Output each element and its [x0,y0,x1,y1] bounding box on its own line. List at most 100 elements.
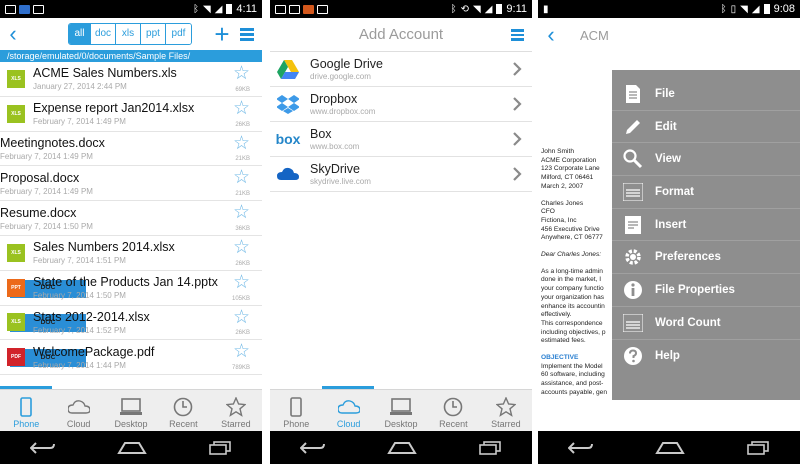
tab-desktop[interactable]: Desktop [375,390,427,431]
menu-item-format[interactable]: Format [612,176,800,209]
account-row-google-drive[interactable]: Google Drive drive.google.com [270,52,532,87]
home-nav-icon[interactable] [387,441,417,455]
star-icon[interactable]: ☆ [233,308,250,327]
star-icon[interactable]: ☆ [233,134,250,153]
document-body[interactable]: John Smith ACME Corporation 123 Corporate … [541,148,617,406]
tab-phone[interactable]: Phone [270,390,322,431]
file-date: February 7, 2014 1:49 PM [33,117,126,127]
account-url: www.dropbox.com [310,107,376,116]
notification-icon [19,4,30,14]
tab-phone[interactable]: Phone [0,390,52,431]
home-nav-icon[interactable] [655,441,685,455]
signal-icon: ◢ [751,3,760,15]
section-heading: OBJECTIVE [541,354,579,362]
document-line: As a long-time admin [541,267,603,275]
account-url: www.box.com [310,142,360,151]
filter-all[interactable]: all [69,24,91,44]
menu-item-label: View [655,153,681,166]
xls-file-icon: XLS [7,313,25,332]
star-icon[interactable]: ☆ [233,64,250,83]
header: Add Account [270,18,532,52]
back-nav-icon[interactable] [300,441,326,455]
magnifier-icon [621,149,645,169]
tab-starred[interactable]: Starred [210,390,262,431]
recent-apps-nav-icon[interactable] [208,440,232,455]
pencil-icon [621,117,645,137]
tab-recent[interactable]: Recent [157,390,209,431]
file-row[interactable]: XLS ACME Sales Numbers.xls January 27, 201… [0,62,262,97]
menu-item-view[interactable]: View [612,143,800,177]
android-nav-bar [270,431,532,464]
gear-icon [621,247,645,267]
account-row-skydrive[interactable]: SkyDrive skydrive.live.com [270,157,532,192]
file-date: February 7, 2014 1:52 PM [33,325,126,335]
file-row[interactable]: XLS Stats 2012-2014.xlsx February 7, 2014 … [0,306,262,341]
account-row-dropbox[interactable]: Dropbox www.dropbox.com [270,87,532,122]
filter-pdf[interactable]: pdf [166,24,191,44]
filter-ppt[interactable]: ppt [141,24,166,44]
tab-label: Cloud [336,419,361,429]
status-time: 9:11 [506,3,527,15]
recent-apps-nav-icon[interactable] [746,440,770,455]
file-row[interactable]: DOC Proposal.docx February 7, 2014 1:49 PM… [0,166,262,333]
bottom-tab-bar: Phone Cloud Desktop Recent Starred [0,386,262,431]
tab-cloud[interactable]: Cloud [52,390,104,431]
menu-item-help[interactable]: Help [612,340,800,373]
file-size: 69KB [235,86,250,93]
file-row[interactable]: DOC Resume.docx February 7, 2014 1:50 PM ☆ 3… [0,201,262,368]
back-nav-icon[interactable] [30,441,56,455]
google-drive-icon [276,59,300,79]
menu-item-preferences[interactable]: Preferences [612,241,800,275]
file-row[interactable]: PPT State of the Products Jan 14.pptx Febr… [0,271,262,306]
menu-item-edit[interactable]: Edit [612,111,800,144]
filter-xls[interactable]: xls [116,24,141,44]
menu-icon[interactable] [240,26,254,43]
format-icon [621,182,645,202]
star-icon[interactable]: ☆ [233,203,250,222]
filter-doc[interactable]: doc [91,24,116,44]
document-line: Fictiona, Inc [541,216,577,224]
tab-desktop[interactable]: Desktop [105,390,157,431]
menu-icon[interactable] [511,27,524,43]
tab-recent[interactable]: Recent [427,390,479,431]
star-icon[interactable]: ☆ [233,342,250,361]
account-row-box[interactable]: box Box www.box.com [270,122,532,157]
tab-label: Recent [439,419,468,429]
tab-label: Desktop [384,419,418,429]
back-icon[interactable]: ‹ [0,21,26,47]
document-line: including objectives, p [541,328,606,336]
status-time: 4:11 [236,3,257,15]
menu-item-word-count[interactable]: Word Count [612,307,800,340]
tab-starred[interactable]: Starred [480,390,532,431]
tab-indicator [0,386,52,389]
document-line: Milford, CT 06461 [541,174,594,182]
star-icon[interactable]: ☆ [233,238,250,257]
chevron-right-icon [513,97,522,111]
file-row[interactable]: XLS Expense report Jan2014.xlsx February 7… [0,97,262,132]
document-line: CFO [541,208,555,216]
add-icon[interactable]: + [210,21,234,47]
menu-item-insert[interactable]: Insert [612,209,800,242]
tab-label: Cloud [66,419,91,429]
rotate-icon: ⟲ [460,3,469,15]
account-url: drive.google.com [310,72,371,81]
dropbox-icon [276,94,300,114]
xls-file-icon: XLS [7,69,25,88]
tab-cloud[interactable]: Cloud [322,390,374,431]
menu-item-file[interactable]: File [612,78,800,111]
star-icon[interactable]: ☆ [233,99,250,118]
file-row[interactable]: XLS Sales Numbers 2014.xlsx February 7, 20… [0,236,262,271]
back-icon[interactable]: ‹ [538,22,564,48]
recent-apps-nav-icon[interactable] [478,440,502,455]
file-row[interactable]: DOC Meetingnotes.docx February 7, 2014 1:4… [0,132,262,298]
back-nav-icon[interactable] [568,441,594,455]
file-browser-screen: ᛒ ◥ ◢ 4:11 ‹ all doc xls ppt pdf + /stor… [0,0,262,464]
file-size: 21KB [235,156,250,163]
star-icon[interactable]: ☆ [233,168,250,187]
body-paragraph: As a long-time admin done in the market, … [541,268,617,346]
file-row[interactable]: PDF WelcomePackage.pdf February 7, 2014 1:… [0,340,262,376]
file-info: Meetingnotes.docx February 7, 2014 1:49 P… [0,136,262,161]
menu-item-file-properties[interactable]: File Properties [612,274,800,307]
star-icon[interactable]: ☆ [233,273,250,292]
home-nav-icon[interactable] [117,441,147,455]
